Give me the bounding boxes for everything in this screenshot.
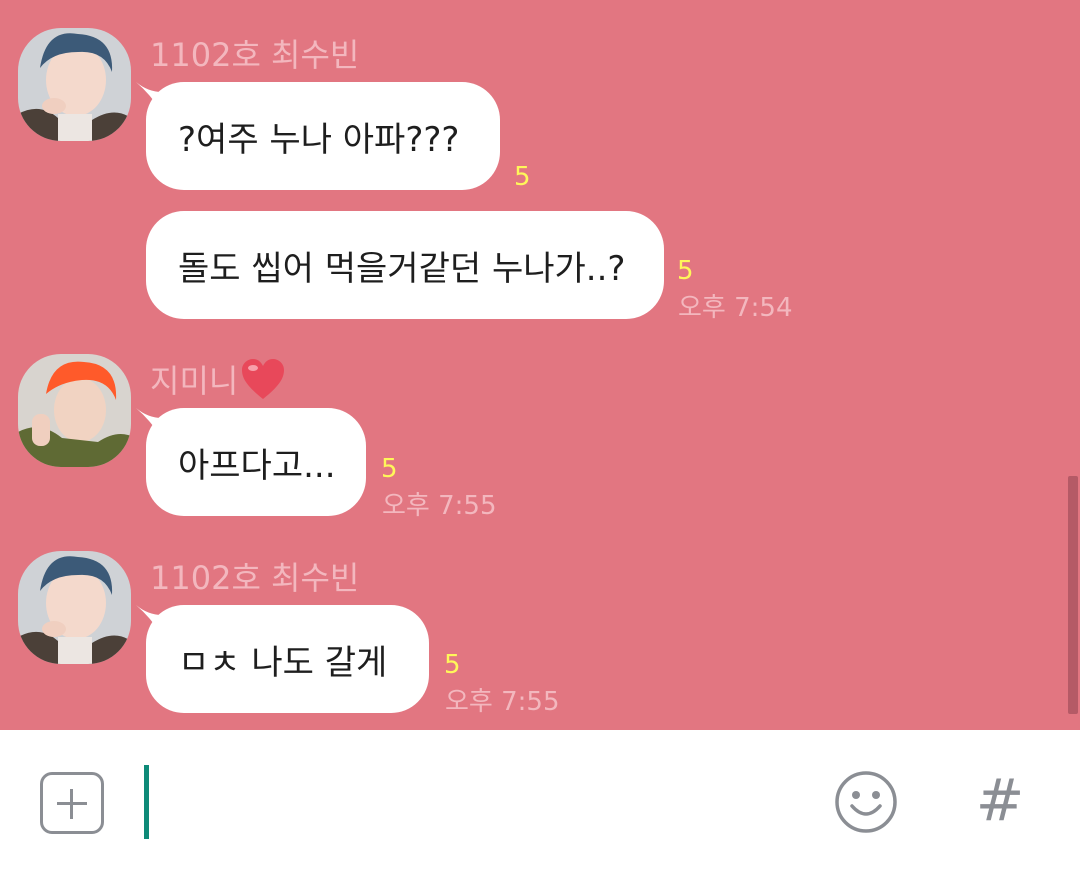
heart-icon: [242, 359, 285, 399]
unread-count: 5: [381, 454, 398, 484]
message-input[interactable]: [140, 760, 800, 844]
sender-name: 1102호 최수빈: [150, 36, 360, 74]
message-timestamp: 오후 7:55: [382, 491, 497, 521]
message-bubble[interactable]: ?여주 누나 아파???: [146, 82, 500, 190]
message-input-bar: #: [0, 730, 1080, 874]
message-bubble[interactable]: 아프다고...: [146, 408, 366, 516]
message-timestamp: 오후 7:54: [678, 293, 793, 323]
hashtag-button[interactable]: #: [970, 766, 1030, 834]
sender-name: 지미니: [150, 356, 286, 402]
unread-count: 5: [514, 162, 531, 192]
scrollbar[interactable]: [1068, 476, 1078, 714]
sender-avatar[interactable]: [18, 354, 131, 467]
message-bubble[interactable]: ㅁㅊ 나도 갈게: [146, 605, 429, 713]
chat-message-list[interactable]: 1102호 최수빈 ?여주 누나 아파??? 5 돌도 씹어 먹을거같던 누나가…: [0, 0, 1080, 730]
unread-count: 5: [444, 650, 461, 680]
smiley-icon[interactable]: [834, 770, 898, 834]
sender-avatar[interactable]: [18, 551, 131, 664]
message-bubble[interactable]: 돌도 씹어 먹을거같던 누나가..?: [146, 211, 664, 319]
text-cursor: [144, 765, 149, 839]
sender-avatar[interactable]: [18, 28, 131, 141]
sender-name: 1102호 최수빈: [150, 559, 360, 597]
chat-screen: 1102호 최수빈 ?여주 누나 아파??? 5 돌도 씹어 먹을거같던 누나가…: [0, 0, 1080, 874]
message-timestamp: 오후 7:55: [445, 687, 560, 717]
plus-box-icon[interactable]: [40, 772, 104, 834]
unread-count: 5: [677, 256, 694, 286]
